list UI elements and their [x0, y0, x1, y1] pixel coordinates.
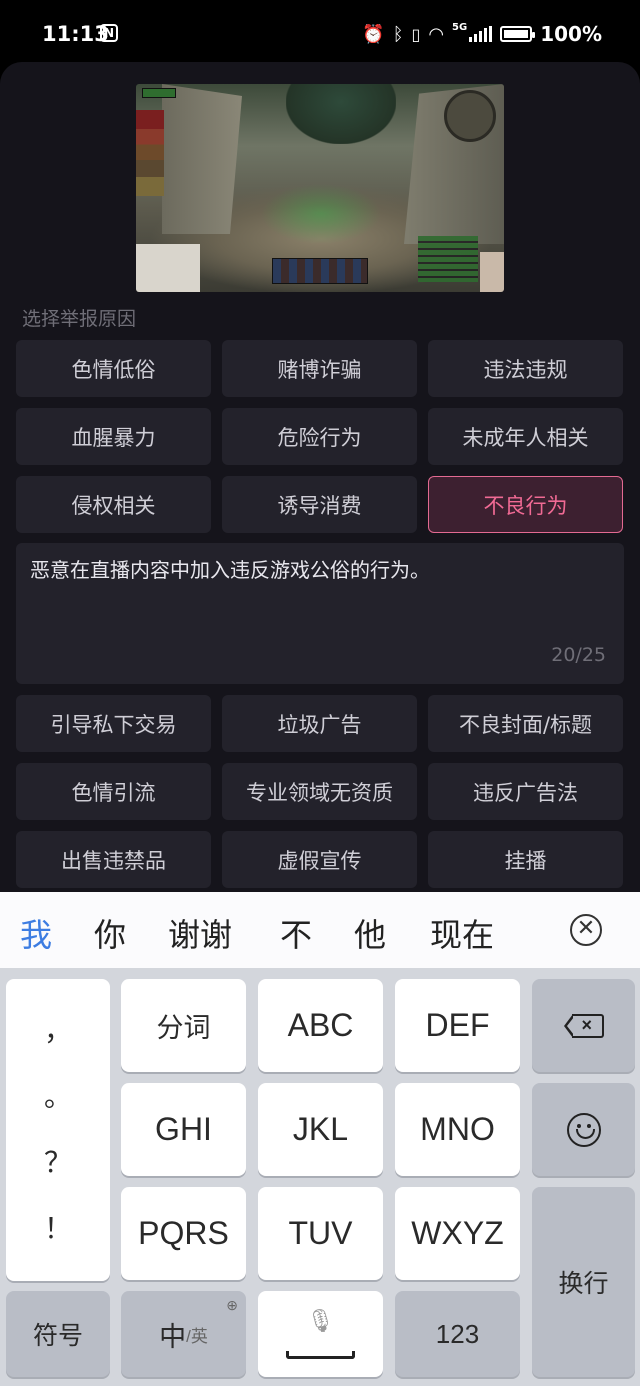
candidate-word[interactable]: 现在 — [430, 910, 494, 956]
emoji-icon — [566, 1112, 601, 1147]
stream-preview-image — [136, 84, 504, 292]
key-segment[interactable]: 分词 — [121, 979, 246, 1072]
signal-icon — [469, 26, 493, 42]
vibrate-icon: ▯ — [411, 24, 421, 44]
enter-key[interactable]: 换行 — [532, 1187, 635, 1377]
key-mno[interactable]: MNO — [395, 1083, 520, 1176]
key-ghi[interactable]: GHI — [121, 1083, 246, 1176]
status-time: 11:13 — [42, 22, 109, 46]
reason-chip[interactable]: 挂播 — [428, 831, 623, 888]
section-label: 选择举报原因 — [22, 308, 137, 330]
reason-chip[interactable]: 引导私下交易 — [16, 695, 211, 752]
punct-period[interactable]: 。 — [44, 1083, 72, 1111]
reason-chip[interactable]: 侵权相关 — [16, 476, 211, 533]
microphone-icon: 🎙 — [306, 1308, 335, 1333]
nfc-icon: N — [100, 24, 118, 42]
space-bar-icon — [286, 1351, 355, 1359]
numbers-key[interactable]: 123 — [395, 1291, 520, 1377]
reason-description-input[interactable]: 恶意在直播内容中加入违反游戏公俗的行为。 20/25 — [16, 543, 624, 684]
candidate-word[interactable]: 谢谢 — [168, 910, 232, 956]
key-wxyz[interactable]: WXYZ — [395, 1187, 520, 1280]
candidate-word[interactable]: 我 — [20, 910, 52, 956]
symbols-key[interactable]: 符号 — [6, 1291, 110, 1377]
reason-chip[interactable]: 虚假宣传 — [222, 831, 417, 888]
ime-candidate-bar: 我 你 谢谢 不 他 现在 ✕ — [0, 892, 640, 968]
reason-chip[interactable]: 违反广告法 — [428, 763, 623, 820]
reason-chip[interactable]: 色情引流 — [16, 763, 211, 820]
reason-chip[interactable]: 垃圾广告 — [222, 695, 417, 752]
reason-chip[interactable]: 出售违禁品 — [16, 831, 211, 888]
punct-question[interactable]: ？ — [44, 1149, 72, 1177]
key-pqrs[interactable]: PQRS — [121, 1187, 246, 1280]
candidate-word[interactable]: 不 — [280, 910, 312, 956]
reason-chip-selected[interactable]: 不良行为 — [428, 476, 623, 533]
candidate-word[interactable]: 他 — [354, 910, 386, 956]
punctuation-column[interactable]: ， 。 ？ ！ — [6, 979, 110, 1281]
ime-keyboard: ， 。 ？ ！ 分词 ABC DEF × GHI JKL MNO PQRS TU… — [0, 968, 640, 1386]
language-switch-key[interactable]: 中/英 ⊕ — [121, 1291, 246, 1377]
reason-chip[interactable]: 诱导消费 — [222, 476, 417, 533]
globe-icon: ⊕ — [226, 1297, 238, 1313]
key-def[interactable]: DEF — [395, 979, 520, 1072]
key-abc[interactable]: ABC — [258, 979, 383, 1072]
reason-description-text: 恶意在直播内容中加入违反游戏公俗的行为。 — [30, 558, 430, 582]
wifi-icon: ◠ — [428, 23, 445, 45]
reason-grid-top: 色情低俗 赌博诈骗 违法违规 血腥暴力 危险行为 未成年人相关 侵权相关 诱导消… — [16, 340, 624, 533]
reason-chip[interactable]: 血腥暴力 — [16, 408, 211, 465]
reason-chip[interactable]: 危险行为 — [222, 408, 417, 465]
punct-exclaim[interactable]: ！ — [44, 1215, 72, 1243]
key-jkl[interactable]: JKL — [258, 1083, 383, 1176]
battery-icon — [500, 26, 536, 42]
reason-chip[interactable]: 赌博诈骗 — [222, 340, 417, 397]
bluetooth-icon: ᛒ — [392, 23, 404, 45]
emoji-key[interactable] — [532, 1083, 635, 1176]
reason-chip[interactable]: 不良封面/标题 — [428, 695, 623, 752]
status-icons: ⏰ ᛒ ▯ ◠ 5G 100% — [362, 22, 602, 46]
reason-chip[interactable]: 未成年人相关 — [428, 408, 623, 465]
lang-alt-label: /英 — [186, 1326, 208, 1346]
reason-chip[interactable]: 违法违规 — [428, 340, 623, 397]
close-candidates-icon[interactable]: ✕ — [570, 914, 602, 946]
reason-chip[interactable]: 专业领域无资质 — [222, 763, 417, 820]
alarm-icon: ⏰ — [362, 23, 385, 45]
reason-grid-bottom: 引导私下交易 垃圾广告 不良封面/标题 色情引流 专业领域无资质 违反广告法 出… — [16, 695, 624, 888]
punct-comma[interactable]: ， — [44, 1017, 72, 1045]
lang-main-label: 中 — [159, 1321, 187, 1352]
network-label: 5G — [452, 22, 468, 33]
status-bar: 11:13 N ⏰ ᛒ ▯ ◠ 5G 100% — [0, 0, 640, 66]
char-counter: 20/25 — [551, 644, 606, 666]
reason-chip[interactable]: 色情低俗 — [16, 340, 211, 397]
backspace-icon: × — [563, 1013, 604, 1038]
report-panel: 选择举报原因 色情低俗 赌博诈骗 违法违规 血腥暴力 危险行为 未成年人相关 侵… — [0, 62, 640, 892]
battery-percent: 100% — [540, 22, 602, 46]
candidate-word[interactable]: 你 — [94, 910, 126, 956]
key-tuv[interactable]: TUV — [258, 1187, 383, 1280]
backspace-key[interactable]: × — [532, 979, 635, 1072]
space-key[interactable]: 🎙 — [258, 1291, 383, 1377]
